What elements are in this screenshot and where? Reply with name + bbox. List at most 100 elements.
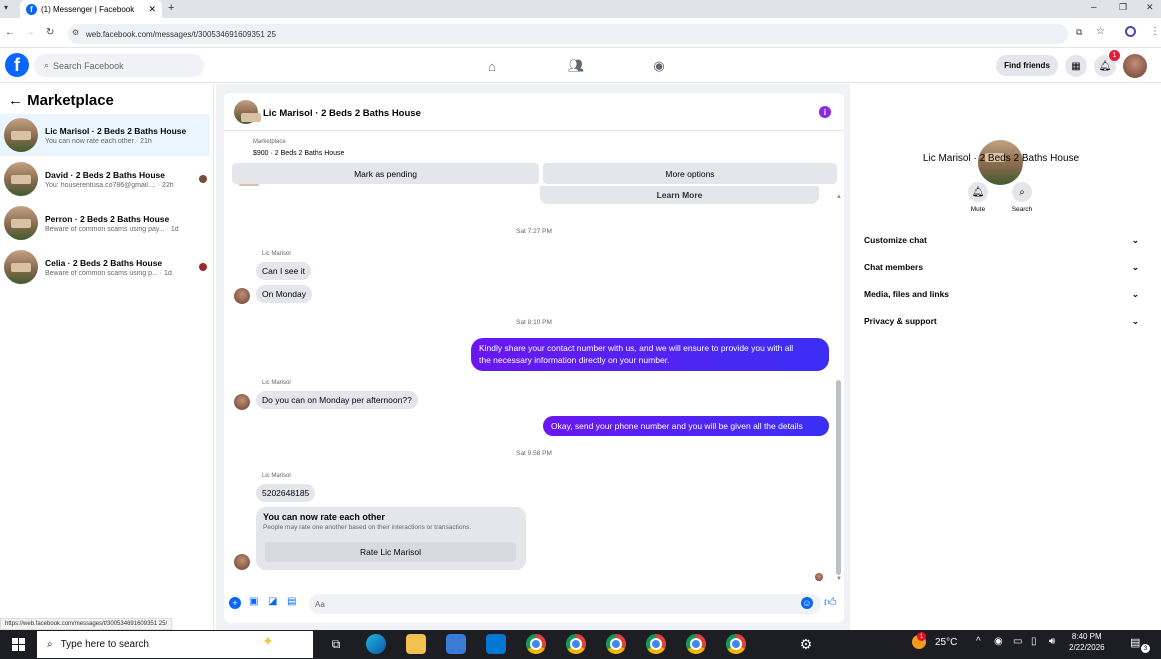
- learn-more-label: Learn More: [656, 190, 703, 200]
- outgoing-message: Okay, send your phone number and you wil…: [543, 416, 829, 437]
- outgoing-message: Kindly share your contact number with us…: [471, 338, 829, 371]
- install-app-icon[interactable]: ⧉: [1076, 27, 1082, 38]
- sender-avatar[interactable]: [234, 288, 250, 304]
- network-icon[interactable]: ▭: [1013, 636, 1022, 647]
- back-arrow-icon[interactable]: ←: [8, 92, 23, 109]
- restore-button[interactable]: ❐: [1119, 2, 1127, 13]
- sticker-icon[interactable]: ◪: [268, 596, 277, 607]
- facebook-favicon-icon: f: [26, 3, 37, 15]
- chat-members-section[interactable]: Chat members ⌄: [864, 262, 1139, 273]
- reload-icon[interactable]: ↻: [46, 27, 54, 38]
- clock-time: 8:40 PM: [1071, 632, 1102, 641]
- facebook-search-input[interactable]: ⌕ Search Facebook: [34, 54, 204, 77]
- conversation-preview: Beware of common scams using pay... · 1d: [45, 225, 179, 233]
- message-line: the necessary information directly on yo…: [479, 355, 670, 366]
- chevron-down-icon: ⌄: [1131, 235, 1139, 245]
- taskbar-clock[interactable]: 8:40 PM 2/22/2026: [1069, 632, 1105, 654]
- chat-title[interactable]: Lic Marisol · 2 Beds 2 Baths House: [263, 108, 421, 119]
- volume-icon[interactable]: 🔊︎: [1049, 636, 1055, 647]
- account-avatar[interactable]: [1123, 54, 1147, 78]
- media-files-links-section[interactable]: Media, files and links ⌄: [864, 289, 1139, 300]
- chat-listing-avatar[interactable]: [234, 100, 261, 124]
- chrome-icon[interactable]: [646, 634, 666, 654]
- store-icon[interactable]: [486, 634, 506, 654]
- scroll-up-arrow[interactable]: ▲: [836, 194, 842, 200]
- minimize-button[interactable]: –: [1091, 2, 1097, 13]
- tray-app-icon[interactable]: ◉: [994, 636, 1003, 647]
- tray-chevron-icon[interactable]: ^: [976, 636, 981, 647]
- chrome-icon[interactable]: [606, 634, 626, 654]
- profile-icon[interactable]: [1125, 26, 1136, 37]
- incoming-message: On Monday: [256, 285, 312, 303]
- windows-start-button[interactable]: [0, 630, 36, 659]
- sender-avatar[interactable]: [234, 394, 250, 410]
- rate-subtitle: People may rate one another based on the…: [263, 524, 472, 531]
- forward-icon[interactable]: →: [25, 27, 35, 38]
- chrome-icon[interactable]: [526, 634, 546, 654]
- browser-tab[interactable]: f (1) Messenger | Facebook ✕: [20, 0, 162, 18]
- home-icon[interactable]: ⌂: [484, 58, 500, 74]
- mark-as-pending-button[interactable]: Mark as pending: [232, 163, 539, 184]
- plus-circle-icon[interactable]: +: [229, 597, 241, 609]
- thumbs-up-icon[interactable]: 👍︎: [824, 595, 837, 610]
- photo-icon[interactable]: ▣: [249, 596, 258, 607]
- gif-icon[interactable]: ▤: [287, 596, 296, 607]
- menu-grid-icon[interactable]: ▦: [1065, 55, 1087, 77]
- url-input[interactable]: web.facebook.com/messages/t/300534691609…: [68, 24, 1068, 44]
- notification-count-badge: 1: [1109, 50, 1120, 61]
- bookmark-star-icon[interactable]: ☆: [1096, 26, 1105, 37]
- chrome-icon[interactable]: [726, 634, 746, 654]
- search-chat-icon[interactable]: ⌕: [1012, 182, 1032, 202]
- sender-avatar[interactable]: [234, 554, 250, 570]
- rate-user-button[interactable]: Rate Lic Marisol: [265, 542, 516, 562]
- timestamp: Sat 7:27 PM: [516, 228, 552, 235]
- more-options-label: More options: [665, 168, 715, 179]
- customize-chat-section[interactable]: Customize chat ⌄: [864, 235, 1139, 246]
- tab-menu-icon[interactable]: ▾: [4, 3, 8, 12]
- listing-thumbnail: [4, 162, 38, 196]
- listing-price[interactable]: $900 · 2 Beds 2 Baths House: [253, 150, 344, 157]
- learn-more-button[interactable]: Learn More: [540, 186, 819, 204]
- sparkle-icon[interactable]: ✦: [262, 633, 274, 650]
- section-label: Media, files and links: [864, 289, 950, 299]
- browser-menu-icon[interactable]: ⋮: [1150, 26, 1160, 37]
- friends-icon[interactable]: 👥︎: [568, 58, 585, 74]
- edge-icon[interactable]: [366, 634, 386, 654]
- chrome-icon[interactable]: [686, 634, 706, 654]
- close-window-button[interactable]: ✕: [1146, 2, 1154, 13]
- close-tab-icon[interactable]: ✕: [148, 4, 156, 15]
- scroll-down-arrow[interactable]: ▼: [836, 576, 842, 582]
- conversation-item[interactable]: Lic Marisol · 2 Beds 2 Baths House You c…: [0, 114, 210, 156]
- battery-icon[interactable]: ▯: [1031, 636, 1037, 647]
- settings-gear-icon[interactable]: ⚙: [796, 634, 816, 654]
- chrome-icon[interactable]: [566, 634, 586, 654]
- task-view-icon[interactable]: ⧉: [326, 634, 346, 654]
- notification-center-icon[interactable]: ▤: [1130, 636, 1140, 649]
- new-tab-button[interactable]: +: [168, 2, 174, 14]
- chat-scrollbar[interactable]: [836, 380, 841, 575]
- site-info-icon[interactable]: ⚙: [72, 28, 79, 37]
- search-icon: ⌕: [44, 60, 50, 70]
- info-icon[interactable]: i: [819, 106, 831, 118]
- emoji-icon[interactable]: ☺: [801, 597, 813, 609]
- app-icon[interactable]: [446, 634, 466, 654]
- conversation-item[interactable]: Perron · 2 Beds 2 Baths House Beware of …: [0, 202, 210, 244]
- taskbar-search-placeholder: Type here to search: [60, 639, 149, 650]
- seen-avatar: [199, 175, 207, 183]
- notification-center-badge: 3: [1141, 644, 1150, 653]
- facebook-logo-icon[interactable]: f: [5, 53, 29, 77]
- file-explorer-icon[interactable]: [406, 634, 426, 654]
- conversation-item[interactable]: David · 2 Beds 2 Baths House You: houser…: [0, 158, 210, 200]
- groups-icon[interactable]: ◉: [651, 58, 667, 74]
- privacy-support-section[interactable]: Privacy & support ⌄: [864, 316, 1139, 327]
- conversation-item[interactable]: Celia · 2 Beds 2 Baths House Beware of c…: [0, 246, 210, 288]
- seen-avatar: [199, 263, 207, 271]
- back-icon[interactable]: ←: [5, 27, 15, 38]
- listing-thumbnail: [4, 206, 38, 240]
- conversation-preview: Beware of common scams using p... · 1d: [45, 269, 172, 277]
- conversation-preview: You: houserentusa.co786@gmail.... · 22h: [45, 181, 174, 189]
- mute-bell-icon[interactable]: 🔔︎: [968, 182, 988, 202]
- message-input[interactable]: Aa: [309, 594, 821, 614]
- find-friends-button[interactable]: Find friends: [996, 55, 1058, 76]
- more-options-button[interactable]: More options: [543, 163, 837, 184]
